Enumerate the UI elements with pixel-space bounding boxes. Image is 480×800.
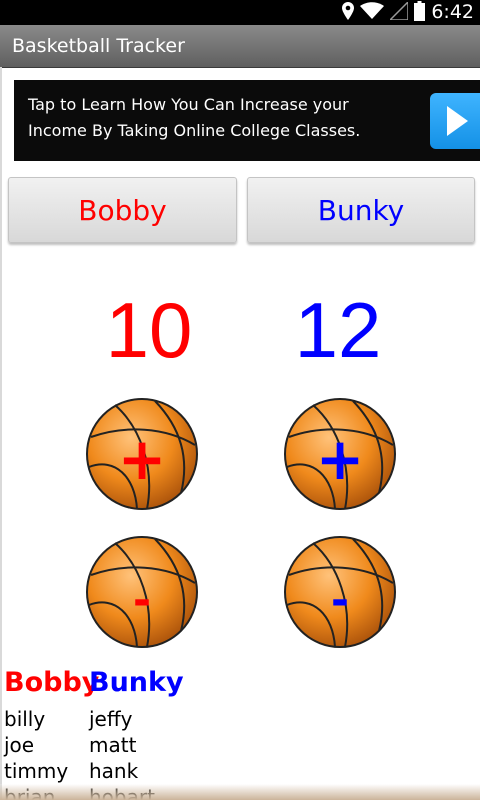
roster-item[interactable]: billy xyxy=(4,706,68,732)
ad-line-2: Income By Taking Online College Classes. xyxy=(28,121,361,140)
ad-line-1: Tap to Learn How You Can Increase your xyxy=(28,95,349,114)
location-icon xyxy=(342,1,355,24)
wifi-icon xyxy=(360,1,385,24)
player-1-minus-button[interactable]: - xyxy=(85,535,199,649)
player-1-plus-button[interactable]: + xyxy=(85,397,199,511)
player-1-roster-title: Bobby xyxy=(4,667,100,698)
play-arrow-icon[interactable] xyxy=(430,93,480,149)
status-icons: 6:42 xyxy=(342,0,474,25)
scroll-fade-edge xyxy=(0,784,480,800)
roster-item[interactable]: matt xyxy=(89,732,155,758)
player-2-plus-button[interactable]: + xyxy=(283,397,397,511)
player-2-button[interactable]: Bunky xyxy=(247,177,475,243)
player-1-button[interactable]: Bobby xyxy=(8,177,237,243)
status-bar: 6:42 xyxy=(0,0,480,25)
player-2-roster-title: Bunky xyxy=(89,667,184,698)
player-1-score: 10 xyxy=(105,286,193,374)
action-bar: Basketball Tracker xyxy=(0,25,480,68)
roster-item[interactable]: timmy xyxy=(4,758,68,784)
screen: 6:42 Basketball Tracker Tap to Learn How… xyxy=(0,0,480,800)
roster-item[interactable]: hank xyxy=(89,758,155,784)
player-1-name: Bobby xyxy=(78,193,167,227)
minus-label: - xyxy=(133,575,151,626)
minus-label: - xyxy=(331,575,349,626)
player-2-score: 12 xyxy=(294,286,382,374)
signal-icon xyxy=(388,0,410,24)
player-2-minus-button[interactable]: - xyxy=(283,535,397,649)
status-time: 6:42 xyxy=(431,1,474,23)
left-edge-rule xyxy=(0,67,2,800)
roster-item[interactable]: joe xyxy=(4,732,68,758)
ad-banner[interactable]: Tap to Learn How You Can Increase your I… xyxy=(14,80,480,161)
plus-label: + xyxy=(118,425,167,493)
app-title: Basketball Tracker xyxy=(12,35,185,57)
ad-text: Tap to Learn How You Can Increase your I… xyxy=(28,92,408,144)
roster-item[interactable]: jeffy xyxy=(89,706,155,732)
battery-icon xyxy=(414,0,426,25)
player-2-name: Bunky xyxy=(317,193,405,227)
plus-label: + xyxy=(316,425,365,493)
